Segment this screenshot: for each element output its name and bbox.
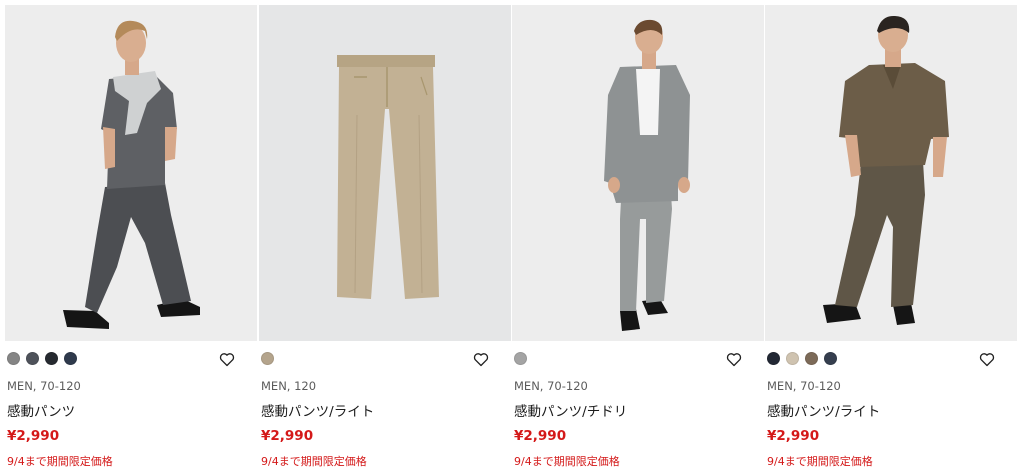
product-grid: MEN, 70-120 感動パンツ ¥2,990 9/4まで期間限定価格 MEN… (0, 0, 1024, 471)
favorite-button[interactable] (979, 352, 995, 367)
product-gender-sizes: MEN, 70-120 (7, 379, 81, 393)
color-swatch[interactable] (261, 352, 274, 365)
favorite-button[interactable] (473, 352, 489, 367)
beige-pants-photo (259, 5, 511, 341)
product-price: ¥2,990 (767, 428, 820, 444)
model-suit-photo (512, 5, 764, 341)
color-swatch[interactable] (514, 352, 527, 365)
color-swatch[interactable] (767, 352, 780, 365)
heart-outline-icon (473, 353, 489, 367)
product-image[interactable] (5, 5, 257, 341)
favorite-button[interactable] (726, 352, 742, 367)
product-image[interactable] (512, 5, 764, 341)
model-polo-photo (765, 5, 1017, 341)
limited-price-note: 9/4まで期間限定価格 (767, 455, 873, 468)
color-swatch[interactable] (786, 352, 799, 365)
product-image[interactable] (259, 5, 511, 341)
product-price: ¥2,990 (261, 428, 314, 444)
color-swatches (261, 352, 274, 366)
heart-outline-icon (219, 353, 235, 367)
product-card: MEN, 120 感動パンツ/ライト ¥2,990 9/4まで期間限定価格 (259, 0, 511, 471)
limited-price-note: 9/4まで期間限定価格 (261, 455, 367, 468)
color-swatch[interactable] (45, 352, 58, 365)
limited-price-note: 9/4まで期間限定価格 (514, 455, 620, 468)
product-gender-sizes: MEN, 120 (261, 379, 317, 393)
color-swatch[interactable] (824, 352, 837, 365)
product-name[interactable]: 感動パンツ/チドリ (514, 400, 627, 420)
color-swatch[interactable] (805, 352, 818, 365)
product-gender-sizes: MEN, 70-120 (514, 379, 588, 393)
product-name[interactable]: 感動パンツ/ライト (261, 400, 374, 420)
heart-outline-icon (979, 353, 995, 367)
color-swatch[interactable] (64, 352, 77, 365)
model-walking-photo (5, 5, 257, 341)
product-gender-sizes: MEN, 70-120 (767, 379, 841, 393)
limited-price-note: 9/4まで期間限定価格 (7, 455, 113, 468)
product-name[interactable]: 感動パンツ (7, 400, 75, 420)
color-swatches (767, 352, 837, 366)
product-image[interactable] (765, 5, 1017, 341)
product-price: ¥2,990 (7, 428, 60, 444)
color-swatches (7, 352, 77, 366)
product-card: MEN, 70-120 感動パンツ ¥2,990 9/4まで期間限定価格 (5, 0, 257, 471)
product-card: MEN, 70-120 感動パンツ/ライト ¥2,990 9/4まで期間限定価格 (765, 0, 1017, 471)
product-card: MEN, 70-120 感動パンツ/チドリ ¥2,990 9/4まで期間限定価格 (512, 0, 764, 471)
product-price: ¥2,990 (514, 428, 567, 444)
product-name[interactable]: 感動パンツ/ライト (767, 400, 880, 420)
color-swatch[interactable] (7, 352, 20, 365)
heart-outline-icon (726, 353, 742, 367)
color-swatch[interactable] (26, 352, 39, 365)
favorite-button[interactable] (219, 352, 235, 367)
color-swatches (514, 352, 527, 366)
